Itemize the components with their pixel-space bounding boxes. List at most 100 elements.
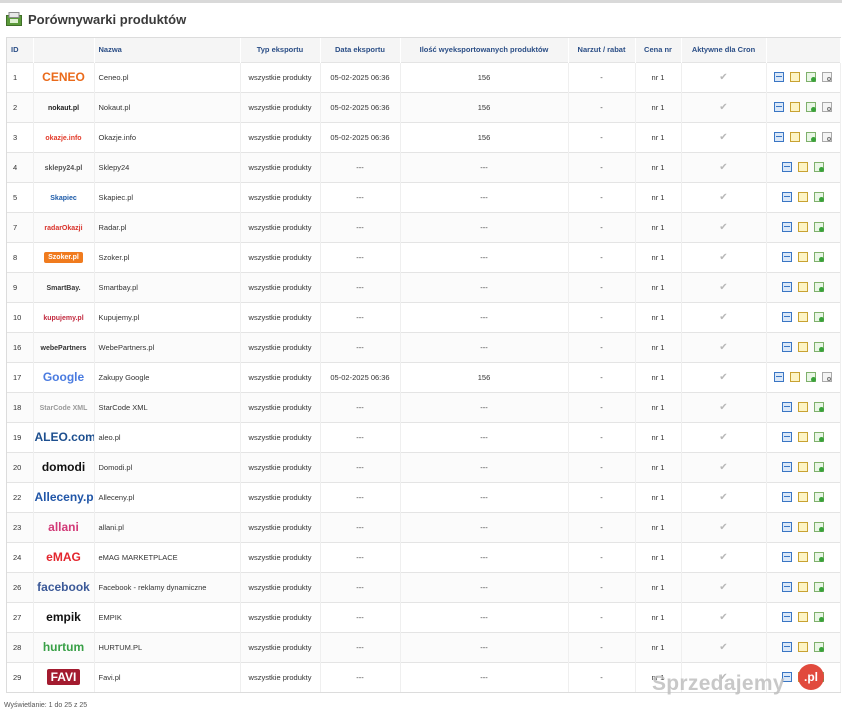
export-icon[interactable] — [814, 612, 824, 622]
row-name[interactable]: HURTUM.PL — [94, 631, 241, 662]
checkmark-icon[interactable]: ✔ — [719, 402, 727, 413]
row-name[interactable]: Sklepy24 — [94, 151, 241, 182]
row-name[interactable]: Radar.pl — [94, 211, 241, 242]
preview-icon[interactable] — [782, 282, 792, 292]
edit-icon[interactable] — [798, 552, 808, 562]
checkmark-icon[interactable]: ✔ — [719, 552, 727, 563]
edit-icon[interactable] — [798, 282, 808, 292]
checkmark-icon[interactable]: ✔ — [719, 162, 727, 173]
edit-icon[interactable] — [798, 222, 808, 232]
export-icon[interactable] — [814, 492, 824, 502]
preview-icon[interactable] — [774, 102, 784, 112]
row-cron[interactable]: ✔ — [681, 301, 767, 332]
row-cron[interactable]: ✔ — [681, 391, 767, 422]
table-row[interactable]: 23 allani allani.pl wszystkie produkty --- --… — [7, 511, 841, 542]
row-cron[interactable]: ✔ — [681, 271, 767, 302]
row-name[interactable]: Szoker.pl — [94, 241, 241, 272]
row-cron[interactable]: ✔ — [681, 631, 767, 662]
search-icon[interactable] — [822, 102, 832, 112]
edit-icon[interactable] — [798, 492, 808, 502]
preview-icon[interactable] — [774, 372, 784, 382]
edit-icon[interactable] — [790, 102, 800, 112]
preview-icon[interactable] — [782, 492, 792, 502]
export-icon[interactable] — [814, 222, 824, 232]
table-row[interactable]: 24 eMAG eMAG MARKETPLACE wszystkie produkty… — [7, 541, 841, 572]
edit-icon[interactable] — [798, 252, 808, 262]
preview-icon[interactable] — [774, 72, 784, 82]
checkmark-icon[interactable]: ✔ — [719, 492, 727, 503]
export-icon[interactable] — [814, 522, 824, 532]
row-cron[interactable]: ✔ — [681, 91, 767, 122]
preview-icon[interactable] — [782, 342, 792, 352]
table-row[interactable]: 18 StarCode XML StarCode XML wszystkie prod… — [7, 391, 841, 422]
export-icon[interactable] — [814, 282, 824, 292]
preview-icon[interactable] — [782, 162, 792, 172]
checkmark-icon[interactable]: ✔ — [719, 522, 727, 533]
preview-icon[interactable] — [782, 642, 792, 652]
export-icon[interactable] — [806, 72, 816, 82]
edit-icon[interactable] — [798, 642, 808, 652]
preview-icon[interactable] — [782, 552, 792, 562]
table-row[interactable]: 3 okazje.info Okazje.info wszystkie produkt… — [7, 121, 841, 152]
preview-icon[interactable] — [782, 402, 792, 412]
export-icon[interactable] — [806, 132, 816, 142]
table-row[interactable]: 16 webePartners WebePartners.pl wszystkie p… — [7, 331, 841, 362]
checkmark-icon[interactable]: ✔ — [719, 312, 727, 323]
table-row[interactable]: 19 ALEO.com aleo.pl wszystkie produkty --- --… — [7, 421, 841, 452]
edit-icon[interactable] — [798, 162, 808, 172]
preview-icon[interactable] — [782, 582, 792, 592]
edit-icon[interactable] — [798, 432, 808, 442]
checkmark-icon[interactable]: ✔ — [719, 462, 727, 473]
checkmark-icon[interactable]: ✔ — [719, 132, 727, 143]
row-name[interactable]: Facebook - reklamy dynamiczne — [94, 571, 241, 602]
table-row[interactable]: 26 facebook Facebook - reklamy dynamiczne w… — [7, 571, 841, 602]
row-cron[interactable]: ✔ — [681, 151, 767, 182]
checkmark-icon[interactable]: ✔ — [719, 192, 727, 203]
table-row[interactable]: 17 Google Zakupy Google wszystkie produkty 0… — [7, 361, 841, 392]
col-markup[interactable]: Narzut / rabat — [568, 38, 636, 62]
row-cron[interactable]: ✔ — [681, 481, 767, 512]
col-id[interactable]: ID — [7, 38, 34, 62]
row-name[interactable]: Skapiec.pl — [94, 181, 241, 212]
table-row[interactable]: 28 hurtum HURTUM.PL wszystkie produkty --- --… — [7, 631, 841, 662]
row-cron[interactable]: ✔ — [681, 361, 767, 392]
edit-icon[interactable] — [798, 192, 808, 202]
row-cron[interactable]: ✔ — [681, 421, 767, 452]
row-cron[interactable]: ✔ — [681, 181, 767, 212]
preview-icon[interactable] — [782, 612, 792, 622]
row-name[interactable]: allani.pl — [94, 511, 241, 542]
edit-icon[interactable] — [790, 132, 800, 142]
edit-icon[interactable] — [798, 522, 808, 532]
table-row[interactable]: 27 empik EMPIK wszystkie produkty --- --- - nr … — [7, 601, 841, 632]
checkmark-icon[interactable]: ✔ — [719, 252, 727, 263]
export-icon[interactable] — [814, 252, 824, 262]
checkmark-icon[interactable]: ✔ — [719, 612, 727, 623]
export-icon[interactable] — [814, 462, 824, 472]
row-name[interactable]: Nokaut.pl — [94, 91, 241, 122]
row-name[interactable]: WebePartners.pl — [94, 331, 241, 362]
row-cron[interactable]: ✔ — [681, 331, 767, 362]
checkmark-icon[interactable]: ✔ — [719, 642, 727, 653]
row-cron[interactable]: ✔ — [681, 541, 767, 572]
row-name[interactable]: Kupujemy.pl — [94, 301, 241, 332]
edit-icon[interactable] — [798, 402, 808, 412]
preview-icon[interactable] — [782, 192, 792, 202]
row-name[interactable]: aleo.pl — [94, 421, 241, 452]
edit-icon[interactable] — [790, 72, 800, 82]
table-row[interactable]: 2 nokaut.pl Nokaut.pl wszystkie produkty 05-… — [7, 91, 841, 122]
col-exported-count[interactable]: Ilość wyeksportowanych produktów — [400, 38, 569, 62]
checkmark-icon[interactable]: ✔ — [719, 342, 727, 353]
preview-icon[interactable] — [782, 522, 792, 532]
row-name[interactable]: StarCode XML — [94, 391, 241, 422]
preview-icon[interactable] — [782, 432, 792, 442]
export-icon[interactable] — [814, 582, 824, 592]
preview-icon[interactable] — [782, 252, 792, 262]
row-name[interactable]: Ceneo.pl — [94, 61, 241, 92]
row-cron[interactable]: ✔ — [681, 211, 767, 242]
checkmark-icon[interactable]: ✔ — [719, 582, 727, 593]
row-name[interactable]: EMPIK — [94, 601, 241, 632]
search-icon[interactable] — [822, 372, 832, 382]
checkmark-icon[interactable]: ✔ — [719, 102, 727, 113]
table-row[interactable]: 4 sklepy24.pl Sklepy24 wszystkie produkty --… — [7, 151, 841, 182]
row-name[interactable]: Zakupy Google — [94, 361, 241, 392]
